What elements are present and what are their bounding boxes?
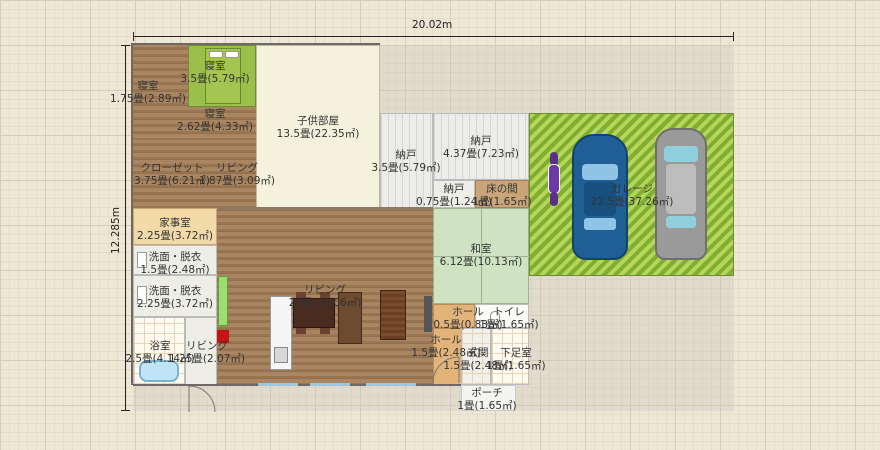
label-utility: 家事室 2.25畳(3.72㎡) [137, 217, 213, 243]
room-name: リビング [185, 340, 228, 352]
room-name: 洗面・脱衣 [148, 251, 202, 263]
room-area: 3.5畳(5.79㎡) [371, 162, 441, 174]
label-shoe-room: 下足室 1畳(1.65㎡) [486, 347, 545, 373]
room-name: 子供部屋 [296, 115, 339, 127]
room-name: 家事室 [159, 217, 191, 229]
pillow-icon [209, 51, 223, 58]
label-tokonoma: 床の間 1畳(1.65㎡) [472, 183, 531, 209]
label-living-small: リビング 1.87畳(3.09㎡) [199, 162, 275, 188]
room-area: 26畳(43.06㎡) [288, 297, 362, 309]
room-name: リビング [215, 162, 258, 174]
windshield-icon [664, 146, 698, 162]
label-garage: ガレージ 22.5畳(37.26㎡) [591, 183, 674, 209]
room-area: 1.75畳(2.89㎡) [110, 93, 186, 105]
room-area: 1畳(1.65㎡) [472, 196, 532, 208]
room-name: 床の間 [486, 183, 518, 195]
pillow-icon [225, 51, 239, 58]
label-porch: ポーチ 1畳(1.65㎡) [457, 387, 516, 413]
room-area: 13.5畳(22.35㎡) [276, 128, 360, 140]
room-name: 和室 [470, 243, 492, 255]
room-area: 2.25畳(3.72㎡) [137, 298, 213, 310]
rear-window-icon [584, 218, 616, 230]
room-area: 1.5畳(2.48㎡) [140, 264, 210, 276]
height-dimension-label: 12.285m [110, 207, 122, 254]
label-storage-right: 納戸 4.37畳(7.23㎡) [443, 135, 519, 161]
wall [133, 43, 380, 45]
label-washroom-2: 洗面・脱衣 2.25畳(3.72㎡) [137, 285, 213, 311]
label-living-main: リビング 26畳(43.06㎡) [289, 284, 362, 310]
table-icon [380, 290, 406, 340]
room-area: 1畳(1.65㎡) [486, 360, 546, 372]
width-dimension-tick-left [133, 32, 134, 41]
tv-stand-icon [424, 296, 432, 332]
stove-icon [274, 347, 288, 363]
room-name: 納戸 [395, 149, 417, 161]
label-washitsu: 和室 6.12畳(10.13㎡) [440, 243, 523, 269]
room-name: 納戸 [470, 135, 492, 147]
motorbike-icon [546, 152, 562, 208]
room-area: 1畳(1.65㎡) [457, 400, 517, 412]
room-name: 洗面・脱衣 [148, 285, 202, 297]
room-area: 22.5畳(37.26㎡) [590, 196, 674, 208]
room-name: トイレ [493, 306, 525, 318]
room-name: ポーチ [471, 387, 503, 399]
room-name: 寝室 [204, 108, 226, 120]
label-bedroom-top: 寝室 3.5畳(5.79㎡) [180, 60, 249, 86]
width-dimension-line [133, 36, 734, 37]
room-name: ガレージ [611, 183, 653, 195]
label-washroom-1: 洗面・脱衣 1.5畳(2.48㎡) [140, 251, 209, 277]
room-name: リビング [304, 284, 346, 296]
label-bedroom-small: 寝室 1.75畳(2.89㎡) [110, 80, 186, 106]
room-area: 1畳(1.65㎡) [479, 319, 539, 331]
room-name: 下足室 [500, 347, 532, 359]
width-dimension-tick-right [733, 32, 734, 41]
label-living-bath: リビング 1.25畳(2.07㎡) [169, 340, 245, 366]
window [258, 383, 298, 386]
height-dimension-tick-bottom [121, 410, 130, 411]
room-name: 寝室 [137, 80, 159, 92]
room-name: 寝室 [204, 60, 226, 72]
motorbike-wheel-icon [550, 192, 558, 206]
label-kids-room: 子供部屋 13.5畳(22.35㎡) [277, 115, 360, 141]
chair-icon [320, 328, 330, 334]
label-toilet: トイレ 1畳(1.65㎡) [479, 306, 538, 332]
window [366, 383, 416, 386]
room-area: 3.5畳(5.79㎡) [180, 73, 250, 85]
green-shelf-icon [218, 276, 228, 326]
label-storage-left: 納戸 3.5畳(5.79㎡) [371, 149, 440, 175]
room-area: 2.25畳(3.72㎡) [137, 230, 213, 242]
window [310, 383, 350, 386]
room-area: 6.12畳(10.13㎡) [439, 256, 523, 268]
chair-icon [296, 328, 306, 334]
room-area: 1.87畳(3.09㎡) [199, 175, 275, 187]
rear-window-icon [666, 216, 696, 228]
motorbike-body-icon [548, 164, 560, 194]
room-area: 4.37畳(7.23㎡) [443, 148, 519, 160]
label-bedroom-mid: 寝室 2.62畳(4.33㎡) [177, 108, 253, 134]
room-area: 1.25畳(2.07㎡) [169, 353, 245, 365]
windshield-icon [582, 164, 618, 180]
room-name: ホール [430, 334, 462, 346]
wall [217, 207, 433, 209]
room-area: 2.62畳(4.33㎡) [177, 121, 253, 133]
door-swing-icon [188, 385, 216, 413]
height-dimension-tick-top [121, 45, 130, 46]
width-dimension-label: 20.02m [412, 19, 453, 31]
